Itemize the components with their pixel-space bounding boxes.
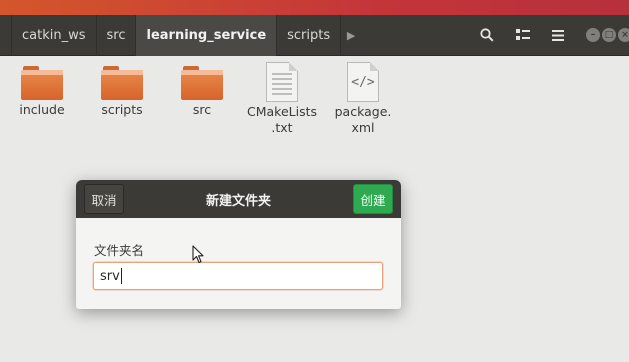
new-folder-dialog: 取消 新建文件夹 创建 文件夹名 srv: [76, 180, 401, 309]
close-icon[interactable]: ×: [618, 28, 629, 42]
file-name: scripts: [101, 102, 143, 117]
view-list-icon: [516, 29, 530, 40]
breadcrumb-catkin-ws[interactable]: catkin_ws: [12, 15, 97, 56]
search-button[interactable]: [472, 20, 502, 50]
cancel-button[interactable]: 取消: [84, 184, 124, 214]
file-item-scripts[interactable]: scripts: [83, 66, 161, 118]
dialog-header: 取消 新建文件夹 创建: [76, 180, 401, 218]
view-options-button[interactable]: [508, 20, 538, 50]
file-manager-headerbar: catkin_ws src learning_service scripts ▶…: [0, 15, 629, 56]
file-item-src[interactable]: src: [163, 66, 241, 118]
breadcrumb-overflow[interactable]: [0, 15, 12, 56]
folder-name-value: srv: [100, 268, 120, 284]
menu-button[interactable]: [543, 20, 573, 50]
menu-icon: [552, 29, 564, 41]
breadcrumb: catkin_ws src learning_service scripts ▶: [0, 15, 361, 56]
file-name: src: [192, 102, 212, 117]
folder-name-input[interactable]: srv: [93, 262, 383, 290]
folder-name-label: 文件夹名: [94, 243, 145, 258]
mouse-pointer-icon: [192, 245, 204, 264]
file-item-package-xml[interactable]: </> package. xml: [324, 62, 402, 136]
minimize-icon[interactable]: –: [586, 28, 600, 42]
breadcrumb-src[interactable]: src: [97, 15, 137, 56]
file-name: package. xml: [334, 104, 392, 135]
create-button[interactable]: 创建: [353, 184, 393, 214]
text-file-icon: [266, 62, 298, 102]
search-icon: [480, 28, 494, 42]
file-item-include[interactable]: include: [3, 66, 81, 118]
file-name: include: [19, 102, 65, 117]
chevron-right-icon[interactable]: ▶: [341, 15, 361, 56]
breadcrumb-scripts[interactable]: scripts: [277, 15, 342, 56]
text-caret: [120, 268, 122, 284]
file-item-cmakelists[interactable]: CMakeLists .txt: [243, 62, 321, 136]
folder-icon: [21, 66, 63, 100]
breadcrumb-learning-service[interactable]: learning_service: [136, 15, 278, 56]
folder-icon: [181, 66, 223, 100]
dialog-title: 新建文件夹: [205, 193, 271, 209]
maximize-icon[interactable]: □: [602, 28, 616, 42]
xml-file-icon: </>: [347, 62, 379, 102]
folder-icon: [101, 66, 143, 100]
system-top-bar: [0, 0, 629, 15]
file-name: CMakeLists .txt: [246, 104, 318, 135]
